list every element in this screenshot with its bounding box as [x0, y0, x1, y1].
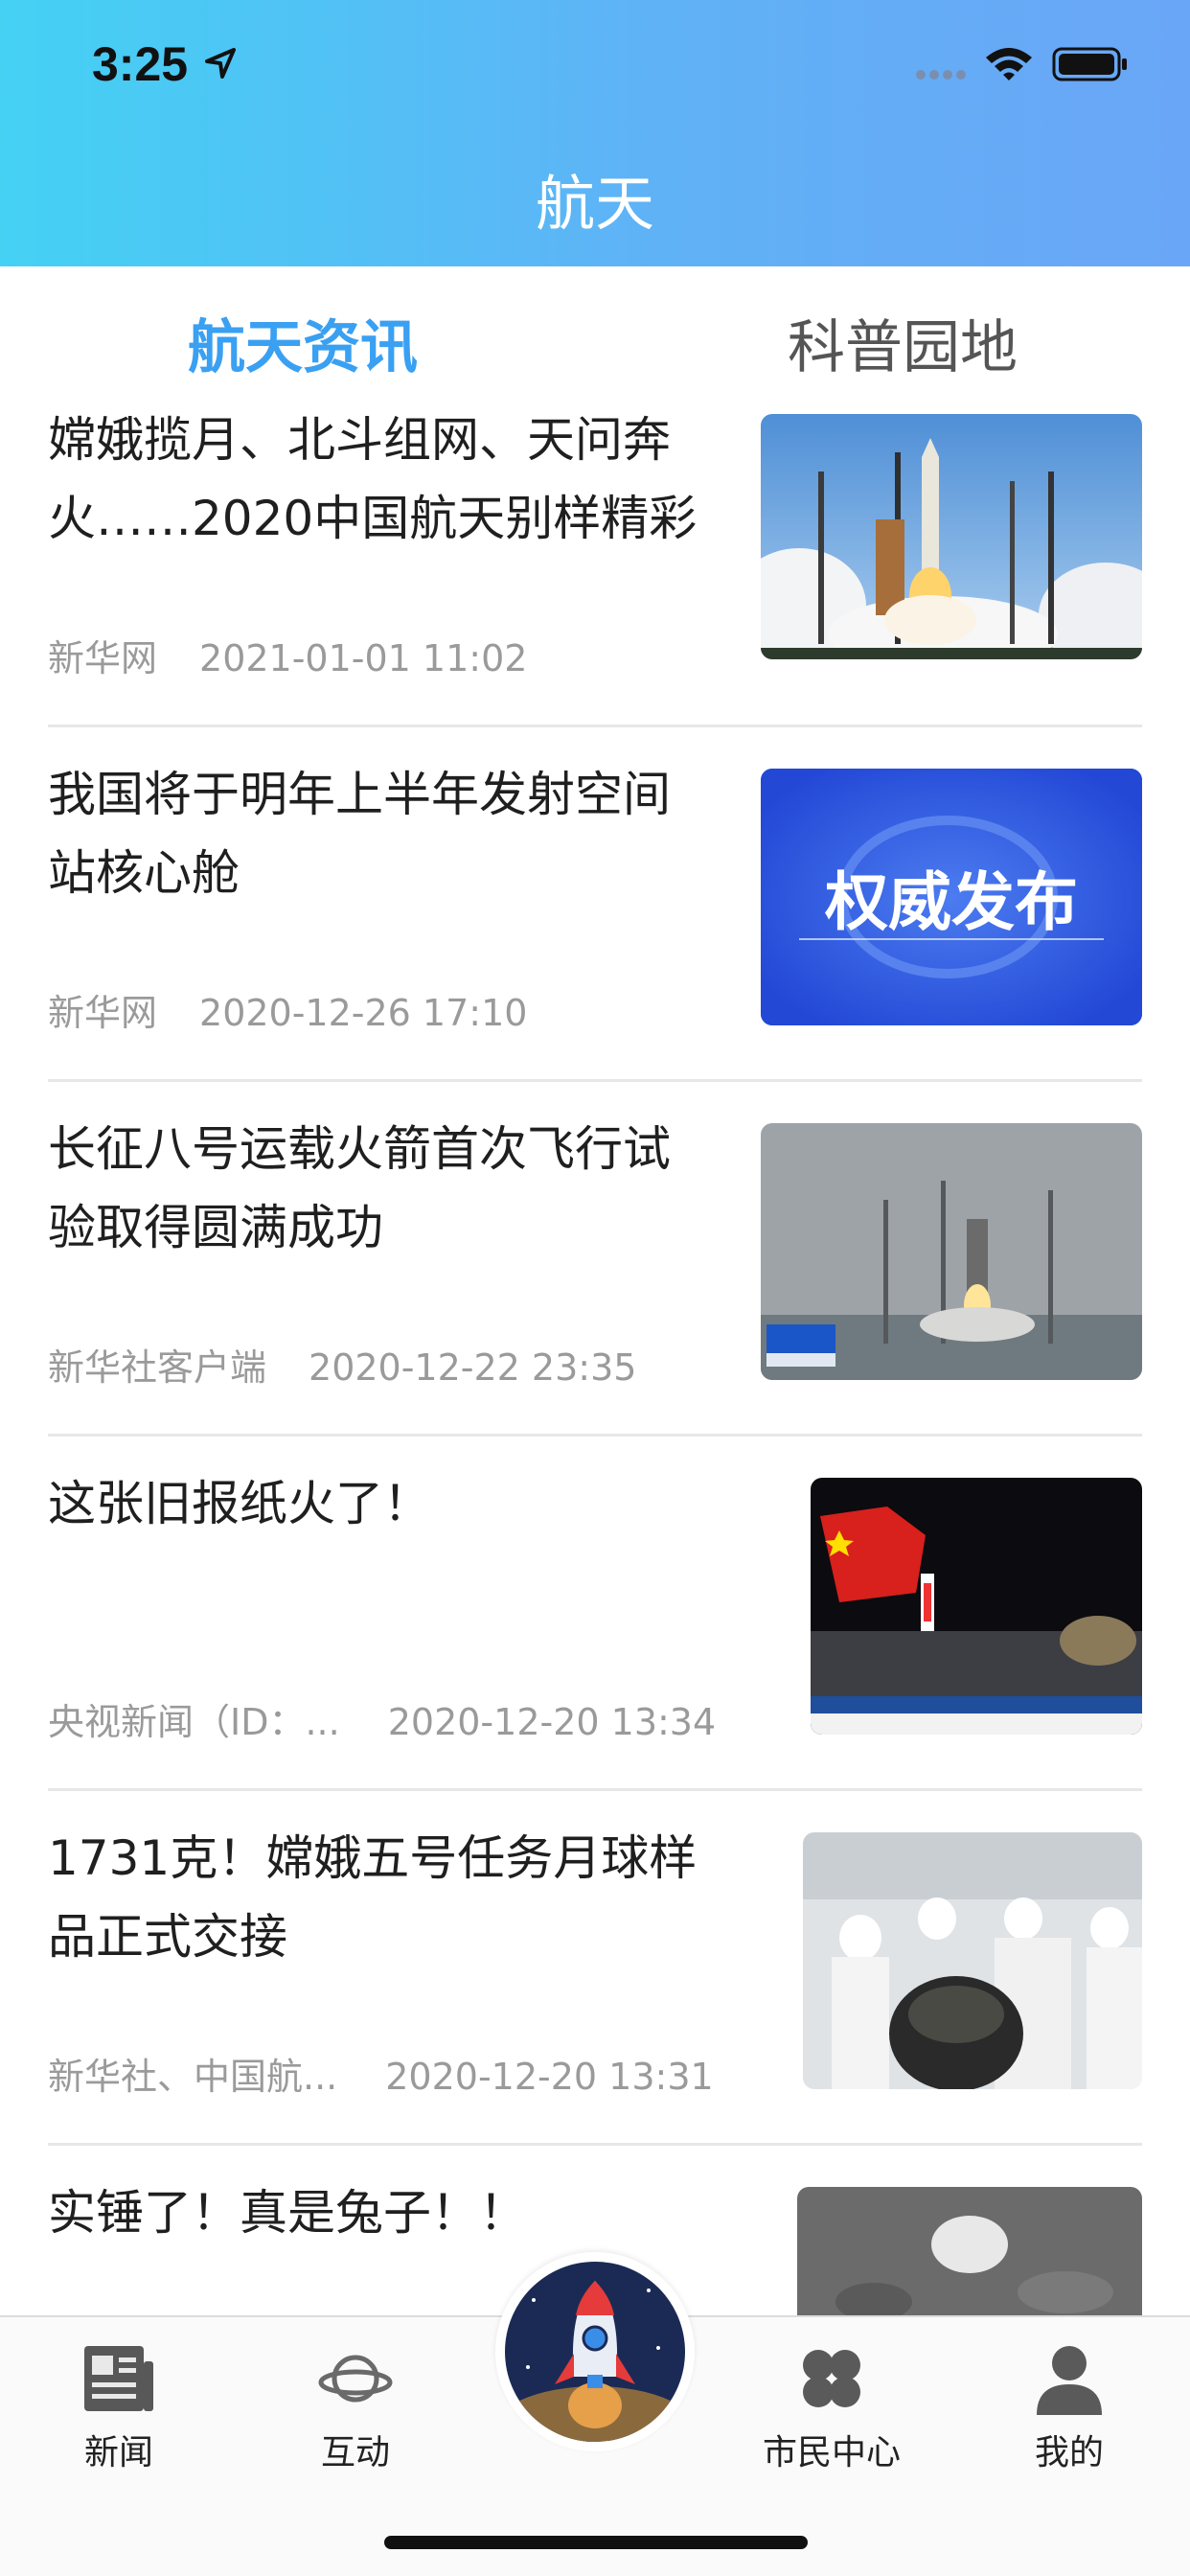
tab-mine[interactable]: 我的 — [973, 2317, 1165, 2509]
divider — [48, 724, 1142, 727]
divider — [48, 2143, 1142, 2146]
sample-handover-image — [803, 1832, 1142, 2089]
thumb-caption: 权威发布 — [825, 865, 1078, 939]
news-meta: 新华网 2021-01-01 11:02 — [48, 629, 527, 681]
moon-surface-image — [797, 2187, 1142, 2315]
news-time: 2020-12-26 17:10 — [199, 992, 528, 1034]
status-time: 3:25 — [92, 37, 189, 91]
page-title: 航天 — [535, 169, 654, 239]
change5-return-image — [811, 1478, 1142, 1735]
news-source: 新华社、中国航... — [48, 2056, 338, 2098]
authority-release-image: 权威发布 — [761, 769, 1142, 1025]
news-meta: 新华社、中国航... 2020-12-20 13:31 — [48, 2047, 714, 2100]
news-title: 1731克！嫦娥五号任务月球样品正式交接 — [48, 1830, 698, 1965]
news-meta: 新华社客户端 2020-12-22 23:35 — [48, 1338, 636, 1391]
tab-citizen-center-label: 市民中心 — [762, 2433, 901, 2472]
news-item[interactable]: 我国将于明年上半年发射空间站核心舱 新华网 2020-12-26 17:10 权威… — [0, 755, 1190, 1110]
center-rocket-button[interactable] — [495, 2252, 695, 2451]
tab-science-corner[interactable]: 科普园地 — [788, 301, 1018, 384]
news-meta: 新华网 2020-12-26 17:10 — [48, 983, 527, 1036]
news-item[interactable]: 嫦娥揽月、北斗组网、天问奔火……2020中国航天别样精彩 新华网 2021-01-… — [0, 401, 1190, 755]
tab-news-label: 新闻 — [83, 2433, 153, 2472]
location-arrow-icon — [205, 48, 236, 79]
news-time: 2020-12-22 23:35 — [309, 1346, 637, 1389]
wifi-icon — [986, 48, 1032, 80]
news-title: 实锤了！真是兔子！！ — [48, 2185, 527, 2241]
clover-icon — [803, 2350, 860, 2407]
tab-aerospace-news[interactable]: 航天资讯 — [188, 301, 418, 384]
tab-interaction[interactable]: 互动 — [260, 2317, 451, 2509]
planet-icon — [318, 2355, 393, 2403]
news-item[interactable]: 这张旧报纸火了！ 央视新闻（ID：... 2020-12-20 13:34 — [0, 1464, 1190, 1819]
news-list: 嫦娥揽月、北斗组网、天问奔火……2020中国航天别样精彩 新华网 2021-01-… — [0, 401, 1190, 2315]
rocket-icon — [505, 2262, 685, 2442]
rocket-launch-image — [761, 414, 1142, 659]
person-icon — [1037, 2346, 1102, 2415]
divider — [48, 1434, 1142, 1437]
news-time: 2020-12-20 13:31 — [385, 2056, 714, 2098]
signal-dots-icon — [916, 70, 966, 80]
tab-mine-label: 我的 — [1034, 2433, 1104, 2472]
news-time: 2021-01-01 11:02 — [199, 637, 528, 679]
news-source: 新华社客户端 — [48, 1346, 267, 1389]
battery-icon — [1052, 47, 1127, 81]
divider — [48, 1788, 1142, 1791]
news-source: 新华网 — [48, 637, 158, 679]
category-tabs: 航天资讯 科普园地 — [0, 266, 1190, 401]
news-meta: 央视新闻（ID：... 2020-12-20 13:34 — [48, 1692, 716, 1745]
news-source: 央视新闻（ID：... — [48, 1701, 340, 1743]
status-bar: 3:25 — [0, 0, 1190, 134]
news-title: 嫦娥揽月、北斗组网、天问奔火……2020中国航天别样精彩 — [48, 412, 698, 546]
news-source: 新华网 — [48, 992, 158, 1034]
news-item[interactable]: 长征八号运载火箭首次飞行试验取得圆满成功 新华社客户端 2020-12-22 23… — [0, 1110, 1190, 1464]
divider — [48, 1079, 1142, 1082]
news-title: 长征八号运载火箭首次飞行试验取得圆满成功 — [48, 1121, 671, 1255]
newspaper-icon — [84, 2346, 153, 2411]
app-header: 3:25 航天 — [0, 0, 1190, 266]
news-time: 2020-12-20 13:34 — [387, 1701, 717, 1743]
news-title: 这张旧报纸火了！ — [48, 1476, 431, 1531]
tab-interaction-label: 互动 — [320, 2433, 390, 2472]
tab-news[interactable]: 新闻 — [23, 2317, 215, 2509]
news-title: 我国将于明年上半年发射空间站核心舱 — [48, 767, 671, 901]
long-march-8-image — [761, 1123, 1142, 1380]
home-indicator — [384, 2536, 808, 2549]
tab-citizen-center[interactable]: 市民中心 — [736, 2317, 927, 2509]
news-item[interactable]: 1731克！嫦娥五号任务月球样品正式交接 新华社、中国航... 2020-12-2… — [0, 1819, 1190, 2174]
